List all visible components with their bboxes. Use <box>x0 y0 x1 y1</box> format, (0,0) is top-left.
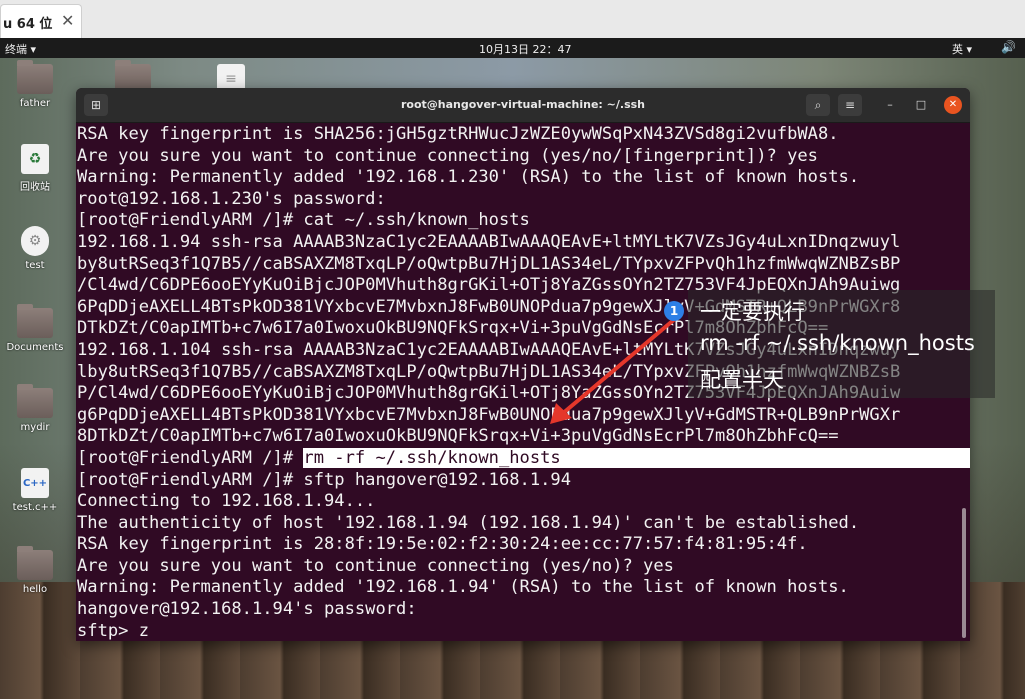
annotation-line-2: rm -rf ~/.ssh/known_hosts <box>700 331 975 355</box>
annotation-line-1: 一定要执行 <box>700 300 805 324</box>
annotation-line-3: 配置半天 <box>700 368 784 392</box>
step-badge: 1 <box>664 301 684 321</box>
